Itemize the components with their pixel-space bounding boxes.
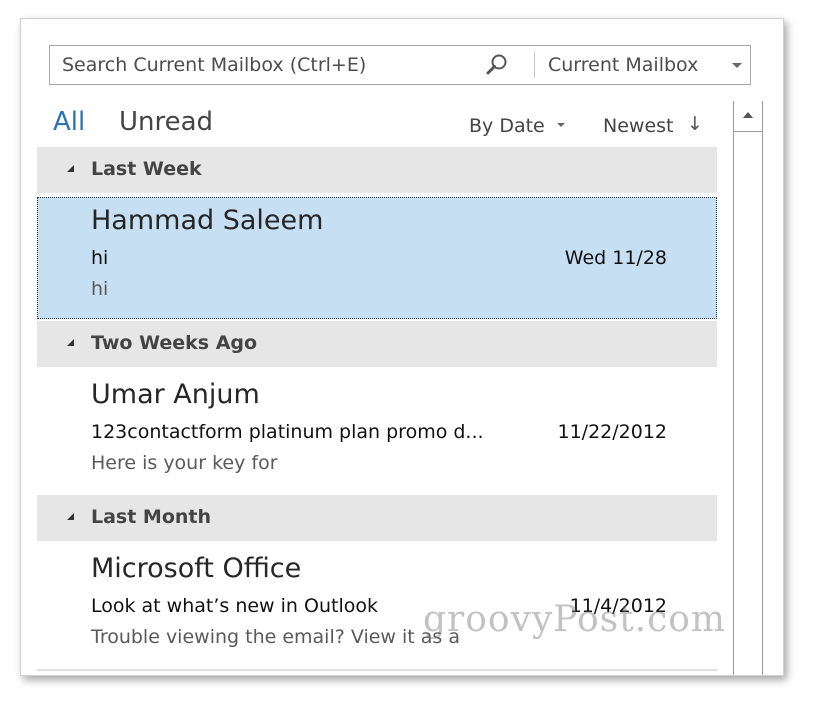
mail-subject: hi — [91, 247, 109, 269]
filter-unread[interactable]: Unread — [119, 107, 213, 137]
group-header-last-week[interactable]: Last Week — [37, 147, 717, 193]
mail-date: Wed 11/28 — [564, 247, 667, 269]
mail-sender: Umar Anjum — [91, 379, 260, 410]
watermark-text: groovyPost.com — [423, 599, 727, 640]
mail-preview: Here is your key for — [91, 452, 278, 474]
list-divider — [37, 669, 717, 671]
mail-sender: Hammad Saleem — [91, 205, 324, 236]
group-label: Last Week — [91, 158, 202, 180]
vertical-scrollbar[interactable] — [733, 101, 763, 675]
chevron-down-icon[interactable] — [732, 63, 742, 68]
mail-item[interactable]: Umar Anjum 123contactform platinum plan … — [37, 371, 717, 493]
mail-list-pane: Search Current Mailbox (Ctrl+E) Current … — [20, 18, 784, 676]
group-header-two-weeks-ago[interactable]: Two Weeks Ago — [37, 321, 717, 367]
mail-subject: Look at what’s new in Outlook — [91, 595, 378, 617]
search-icon[interactable] — [484, 53, 510, 77]
filter-all[interactable]: All — [53, 107, 85, 137]
mail-sender: Microsoft Office — [91, 553, 302, 584]
mail-subject: 123contactform platinum plan promo d... — [91, 421, 484, 443]
mail-preview: Trouble viewing the email? View it as a — [91, 626, 460, 648]
chevron-down-icon[interactable] — [557, 123, 565, 127]
mail-item[interactable]: Hammad Saleem hi hi Wed 11/28 — [37, 197, 717, 319]
search-box[interactable]: Search Current Mailbox (Ctrl+E) Current … — [49, 45, 751, 85]
search-divider — [534, 52, 535, 78]
arrow-down-icon[interactable]: ↓ — [687, 113, 703, 135]
collapse-triangle-icon[interactable] — [67, 513, 74, 520]
mail-date: 11/22/2012 — [557, 421, 667, 443]
collapse-triangle-icon[interactable] — [67, 339, 74, 346]
collapse-triangle-icon[interactable] — [67, 165, 74, 172]
group-header-last-month[interactable]: Last Month — [37, 495, 717, 541]
search-input[interactable]: Search Current Mailbox (Ctrl+E) — [62, 54, 366, 76]
search-scope-dropdown[interactable]: Current Mailbox — [548, 54, 698, 76]
group-label: Last Month — [91, 506, 212, 528]
sort-by-dropdown[interactable]: By Date — [469, 115, 545, 137]
scroll-up-button[interactable] — [734, 101, 762, 132]
mail-preview: hi — [91, 278, 109, 300]
sort-order-toggle[interactable]: Newest — [603, 115, 673, 137]
group-label: Two Weeks Ago — [91, 332, 258, 354]
